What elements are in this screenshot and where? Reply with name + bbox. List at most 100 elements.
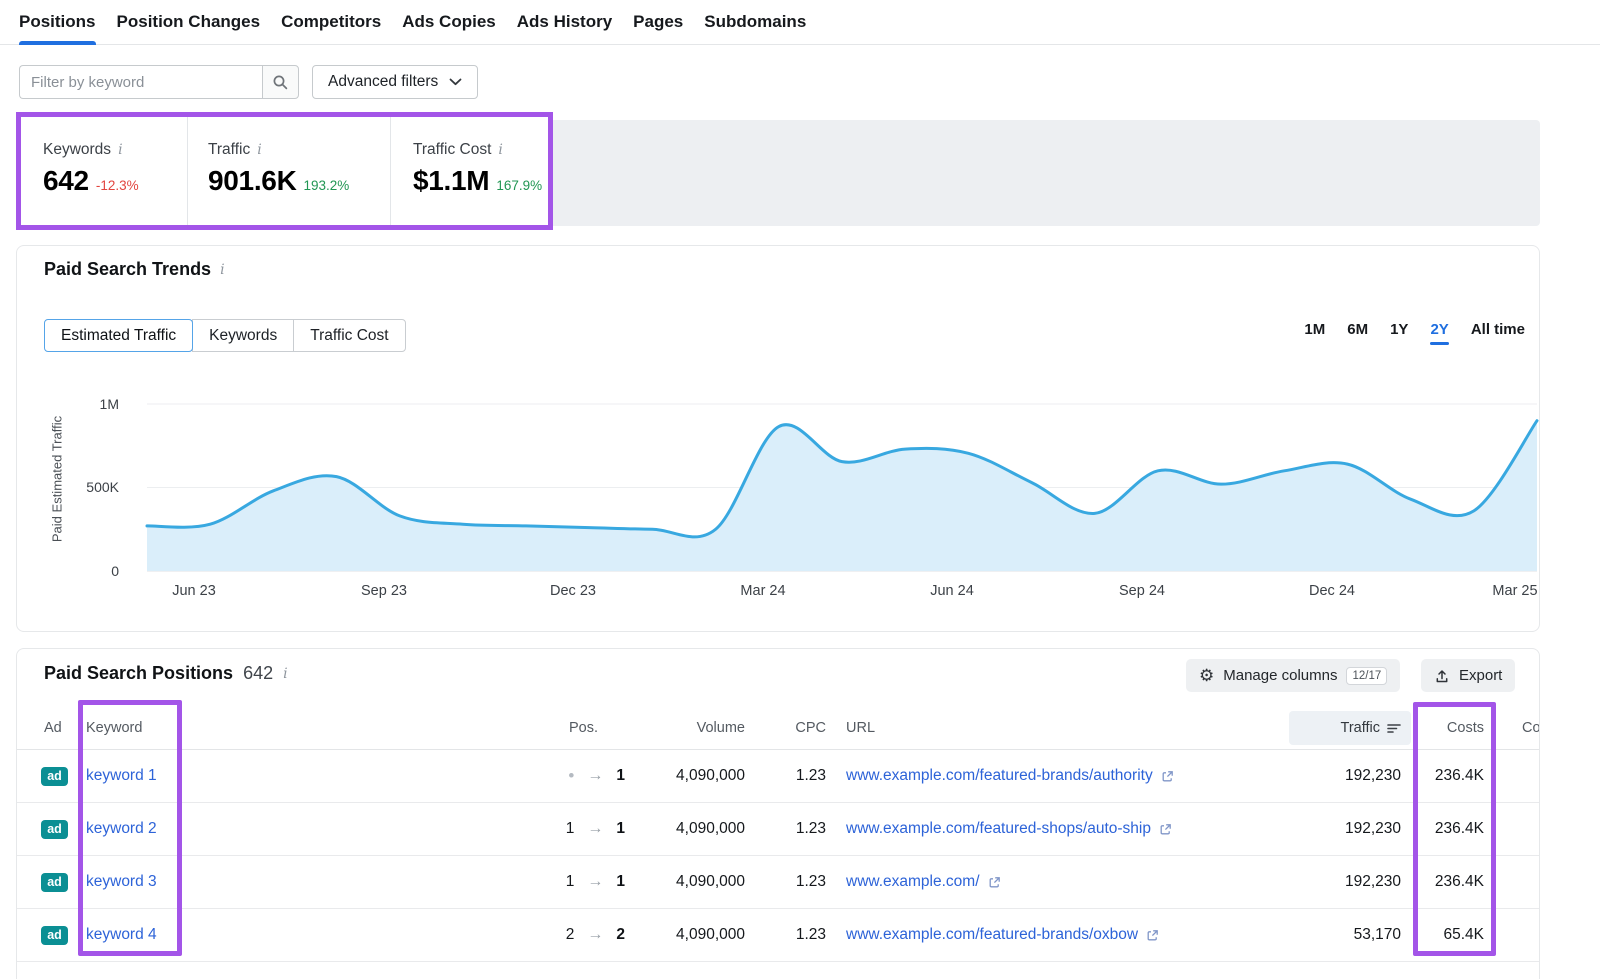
- info-icon[interactable]: i: [283, 666, 287, 682]
- advanced-filters-button[interactable]: Advanced filters: [312, 65, 478, 99]
- x-tick: Sep 23: [361, 583, 407, 599]
- range-1y[interactable]: 1Y: [1390, 321, 1408, 338]
- range-all-time[interactable]: All time: [1471, 321, 1525, 338]
- tab-positions[interactable]: Positions: [19, 0, 96, 45]
- info-icon[interactable]: i: [220, 262, 224, 278]
- metric-traffic-cost-label: Traffic Cost: [413, 141, 491, 159]
- position-current: 1: [616, 820, 625, 838]
- search-icon: [272, 74, 289, 91]
- info-icon[interactable]: i: [118, 142, 122, 158]
- cpc-value: 1.23: [745, 909, 826, 961]
- arrow-right-icon: →: [587, 767, 603, 785]
- info-icon[interactable]: i: [498, 142, 502, 158]
- x-tick: Jun 23: [172, 583, 216, 599]
- header-traffic-label: Traffic: [1341, 720, 1380, 736]
- url-link[interactable]: www.example.com/featured-brands/authorit…: [846, 767, 1174, 785]
- traffic-value: 192,230: [1275, 750, 1411, 802]
- ad-badge: ad: [41, 767, 68, 786]
- url-text: www.example.com/featured-brands/oxbow: [846, 926, 1138, 944]
- time-range-selector: 1M 6M 1Y 2Y All time: [1304, 321, 1525, 338]
- costs-value: 236.4K: [1411, 750, 1500, 802]
- tab-subdomains[interactable]: Subdomains: [704, 0, 806, 45]
- x-tick: Dec 23: [550, 583, 596, 599]
- external-link-icon: [988, 876, 1001, 889]
- header-costs-cut[interactable]: Cos: [1500, 706, 1539, 749]
- external-link-icon: [1159, 823, 1172, 836]
- trend-chart-svg: [142, 391, 1542, 586]
- info-icon[interactable]: i: [257, 142, 261, 158]
- metric-traffic-cost: Traffic Cost i $1.1M 167.9%: [390, 117, 548, 225]
- volume-value: 4,090,000: [625, 750, 745, 802]
- range-6m[interactable]: 6M: [1347, 321, 1368, 338]
- export-icon: [1434, 668, 1450, 684]
- metric-traffic-label: Traffic: [208, 141, 250, 159]
- table-row: ad keyword 1 • → 1 4,090,000 1.23 www.ex…: [17, 750, 1539, 803]
- ad-badge: ad: [41, 873, 68, 892]
- toggle-traffic-cost[interactable]: Traffic Cost: [293, 319, 405, 352]
- paid-search-positions-card: Paid Search Positions 642 i ⚙ Manage col…: [16, 648, 1540, 979]
- keyword-filter-input[interactable]: [19, 65, 262, 99]
- position-previous: •: [568, 766, 574, 786]
- paid-search-trends-card: Paid Search Trends i Estimated Traffic K…: [16, 245, 1540, 632]
- top-tab-bar: Positions Position Changes Competitors A…: [0, 0, 1600, 45]
- traffic-value: 192,230: [1275, 856, 1411, 908]
- position-current: 1: [616, 767, 625, 785]
- keyword-filter: [19, 65, 299, 99]
- header-costs[interactable]: Costs: [1411, 706, 1500, 749]
- header-ad: Ad: [41, 706, 86, 749]
- toggle-keywords[interactable]: Keywords: [192, 319, 294, 352]
- url-link[interactable]: www.example.com/featured-shops/auto-ship: [846, 820, 1172, 838]
- tab-ads-history[interactable]: Ads History: [517, 0, 612, 45]
- volume-value: 4,090,000: [625, 803, 745, 855]
- metric-traffic-cost-delta: 167.9%: [496, 178, 542, 193]
- keyword-link[interactable]: keyword 1: [86, 767, 157, 785]
- chart-area-fill: [147, 421, 1537, 571]
- url-link[interactable]: www.example.com/: [846, 873, 1001, 891]
- range-2y[interactable]: 2Y: [1430, 321, 1448, 338]
- keyword-link[interactable]: keyword 2: [86, 820, 157, 838]
- tab-position-changes[interactable]: Position Changes: [117, 0, 261, 45]
- x-tick: Mar 25: [1492, 583, 1537, 599]
- arrow-right-icon: →: [587, 926, 603, 944]
- chevron-down-icon: [449, 78, 462, 86]
- y-tick: 1M: [73, 396, 119, 412]
- arrow-right-icon: →: [587, 873, 603, 891]
- sort-icon[interactable]: [1387, 721, 1401, 735]
- export-button[interactable]: Export: [1421, 659, 1515, 692]
- header-cpc[interactable]: CPC: [745, 706, 826, 749]
- header-traffic[interactable]: Traffic: [1275, 706, 1411, 749]
- volume-value: 4,090,000: [625, 856, 745, 908]
- metric-keywords-delta: -12.3%: [96, 178, 139, 193]
- tab-competitors[interactable]: Competitors: [281, 0, 381, 45]
- chart-y-axis-label: Paid Estimated Traffic: [50, 416, 65, 542]
- positions-title: Paid Search Positions: [44, 663, 233, 684]
- range-1m[interactable]: 1M: [1304, 321, 1325, 338]
- header-volume[interactable]: Volume: [625, 706, 745, 749]
- y-tick: 500K: [73, 479, 119, 495]
- keyword-link[interactable]: keyword 4: [86, 926, 157, 944]
- trends-title: Paid Search Trends: [44, 259, 211, 280]
- header-url[interactable]: URL: [826, 706, 1275, 749]
- costs-value: 236.4K: [1411, 856, 1500, 908]
- advanced-filters-label: Advanced filters: [328, 73, 438, 91]
- toggle-estimated-traffic[interactable]: Estimated Traffic: [44, 319, 193, 352]
- position-current: 1: [616, 873, 625, 891]
- ad-badge: ad: [41, 820, 68, 839]
- position-previous: 1: [566, 820, 575, 838]
- tab-ads-copies[interactable]: Ads Copies: [402, 0, 496, 45]
- keyword-link[interactable]: keyword 3: [86, 873, 157, 891]
- cpc-value: 1.23: [745, 750, 826, 802]
- manage-columns-button[interactable]: ⚙ Manage columns 12/17: [1186, 659, 1400, 692]
- columns-count-badge: 12/17: [1346, 667, 1387, 685]
- volume-value: 4,090,000: [625, 909, 745, 961]
- tab-pages[interactable]: Pages: [633, 0, 683, 45]
- traffic-value: 192,230: [1275, 803, 1411, 855]
- header-pos[interactable]: Pos.: [467, 706, 625, 749]
- search-button[interactable]: [262, 65, 299, 99]
- url-link[interactable]: www.example.com/featured-brands/oxbow: [846, 926, 1159, 944]
- gear-icon: ⚙: [1199, 667, 1214, 684]
- x-tick: Mar 24: [740, 583, 785, 599]
- costs-value: 236.4K: [1411, 803, 1500, 855]
- header-keyword[interactable]: Keyword: [86, 706, 467, 749]
- metric-keywords-label: Keywords: [43, 141, 111, 159]
